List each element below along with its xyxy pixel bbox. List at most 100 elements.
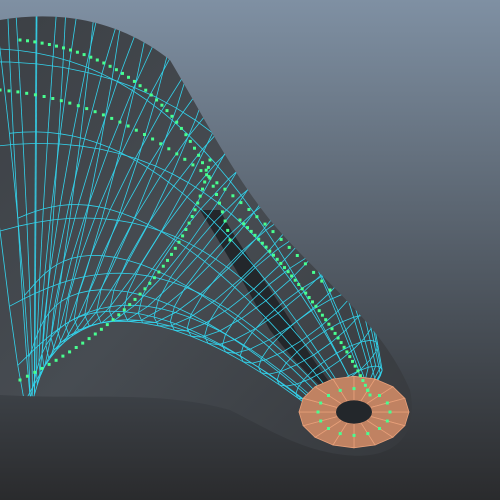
- vertex-point[interactable]: [361, 379, 365, 382]
- vertex-point[interactable]: [157, 270, 161, 274]
- vertex-point[interactable]: [338, 432, 342, 436]
- vertex-point[interactable]: [366, 432, 370, 436]
- vertex-point[interactable]: [33, 40, 37, 44]
- vertex-point[interactable]: [198, 194, 202, 198]
- vertex-point[interactable]: [320, 313, 324, 317]
- vertex-point[interactable]: [196, 201, 200, 205]
- vertex-point[interactable]: [287, 245, 291, 249]
- vertex-point[interactable]: [352, 387, 356, 391]
- vertex-point[interactable]: [184, 228, 188, 231]
- vertex-point[interactable]: [293, 278, 297, 282]
- vertex-point[interactable]: [215, 181, 219, 185]
- vertex-point[interactable]: [246, 226, 249, 230]
- vertex-point[interactable]: [297, 283, 301, 286]
- vertex-point[interactable]: [126, 124, 130, 128]
- vertex-point[interactable]: [368, 393, 372, 397]
- vertex-point[interactable]: [85, 107, 89, 111]
- vertex-point[interactable]: [304, 291, 308, 295]
- maya-3d-viewport[interactable]: [0, 0, 500, 500]
- vertex-point[interactable]: [143, 287, 147, 291]
- vertex-point[interactable]: [170, 114, 174, 118]
- vertex-point[interactable]: [223, 187, 227, 191]
- vertex-point[interactable]: [249, 229, 253, 233]
- vertex-point[interactable]: [231, 194, 235, 198]
- vertex-point[interactable]: [199, 169, 203, 173]
- vertex-point[interactable]: [327, 427, 330, 430]
- vertex-point[interactable]: [320, 279, 324, 283]
- vertex-point[interactable]: [62, 46, 65, 50]
- vertex-point[interactable]: [183, 157, 187, 161]
- vertex-point[interactable]: [114, 68, 118, 72]
- vertex-point[interactable]: [283, 266, 286, 270]
- vertex-point[interactable]: [143, 133, 146, 136]
- vertex-point[interactable]: [173, 246, 177, 250]
- vertex-point[interactable]: [352, 433, 356, 437]
- vertex-point[interactable]: [356, 369, 360, 373]
- vertex-point[interactable]: [268, 249, 272, 253]
- vertex-point[interactable]: [68, 101, 72, 105]
- vertex-point[interactable]: [206, 165, 210, 169]
- vertex-point[interactable]: [257, 237, 261, 241]
- vertex-point[interactable]: [26, 39, 29, 43]
- vertex-point[interactable]: [110, 116, 114, 120]
- viewport-scene[interactable]: [0, 0, 500, 500]
- vertex-point[interactable]: [338, 388, 342, 392]
- vertex-point[interactable]: [303, 262, 307, 266]
- vertex-point[interactable]: [339, 341, 343, 345]
- vertex-point[interactable]: [223, 219, 227, 223]
- vertex-point[interactable]: [175, 152, 179, 156]
- vertex-point[interactable]: [264, 245, 268, 249]
- vertex-point[interactable]: [127, 75, 130, 79]
- vertex-point[interactable]: [188, 139, 192, 143]
- vertex-point[interactable]: [226, 228, 230, 232]
- vertex-point[interactable]: [160, 103, 164, 107]
- vertex-point[interactable]: [311, 300, 314, 304]
- vertex-point[interactable]: [0, 88, 2, 92]
- vertex-point[interactable]: [170, 252, 173, 256]
- vertex-point[interactable]: [134, 128, 138, 132]
- vertex-point[interactable]: [279, 261, 283, 265]
- vertex-point[interactable]: [191, 163, 195, 167]
- vertex-point[interactable]: [82, 53, 86, 57]
- vertex-point[interactable]: [319, 419, 323, 423]
- vertex-point[interactable]: [190, 215, 194, 218]
- vertex-point[interactable]: [378, 394, 381, 397]
- vertex-point[interactable]: [307, 296, 311, 299]
- vertex-point[interactable]: [197, 153, 201, 157]
- vertex-point[interactable]: [208, 158, 212, 162]
- vertex-point[interactable]: [388, 410, 392, 414]
- vertex-point[interactable]: [138, 292, 142, 296]
- vertex-point[interactable]: [148, 281, 152, 285]
- vertex-point[interactable]: [279, 237, 283, 241]
- vertex-point[interactable]: [18, 38, 22, 42]
- vertex-point[interactable]: [378, 427, 381, 430]
- vertex-point[interactable]: [290, 274, 294, 278]
- vertex-point[interactable]: [161, 264, 165, 268]
- vertex-point[interactable]: [300, 287, 304, 291]
- vertex-point[interactable]: [327, 394, 330, 397]
- vertex-point[interactable]: [33, 93, 37, 97]
- vertex-point[interactable]: [353, 364, 357, 368]
- vertex-point[interactable]: [18, 378, 22, 382]
- vertex-point[interactable]: [263, 222, 267, 226]
- vertex-point[interactable]: [330, 327, 334, 331]
- vertex-point[interactable]: [151, 137, 155, 141]
- vertex-point[interactable]: [93, 332, 97, 336]
- vertex-point[interactable]: [138, 84, 142, 88]
- vertex-point[interactable]: [203, 180, 207, 184]
- vertex-point[interactable]: [328, 288, 332, 292]
- vertex-point[interactable]: [253, 233, 257, 237]
- vertex-point[interactable]: [132, 79, 136, 83]
- vertex-point[interactable]: [184, 133, 188, 137]
- vertex-point[interactable]: [144, 88, 148, 92]
- vertex-point[interactable]: [336, 336, 340, 340]
- vertex-point[interactable]: [201, 187, 204, 191]
- vertex-point[interactable]: [89, 55, 93, 59]
- vertex-point[interactable]: [25, 374, 29, 378]
- vertex-point[interactable]: [211, 184, 215, 188]
- vertex-point[interactable]: [218, 201, 221, 205]
- vertex-point[interactable]: [187, 221, 191, 225]
- vertex-point[interactable]: [316, 410, 320, 414]
- vertex-point[interactable]: [40, 366, 44, 370]
- vertex-point[interactable]: [247, 208, 251, 211]
